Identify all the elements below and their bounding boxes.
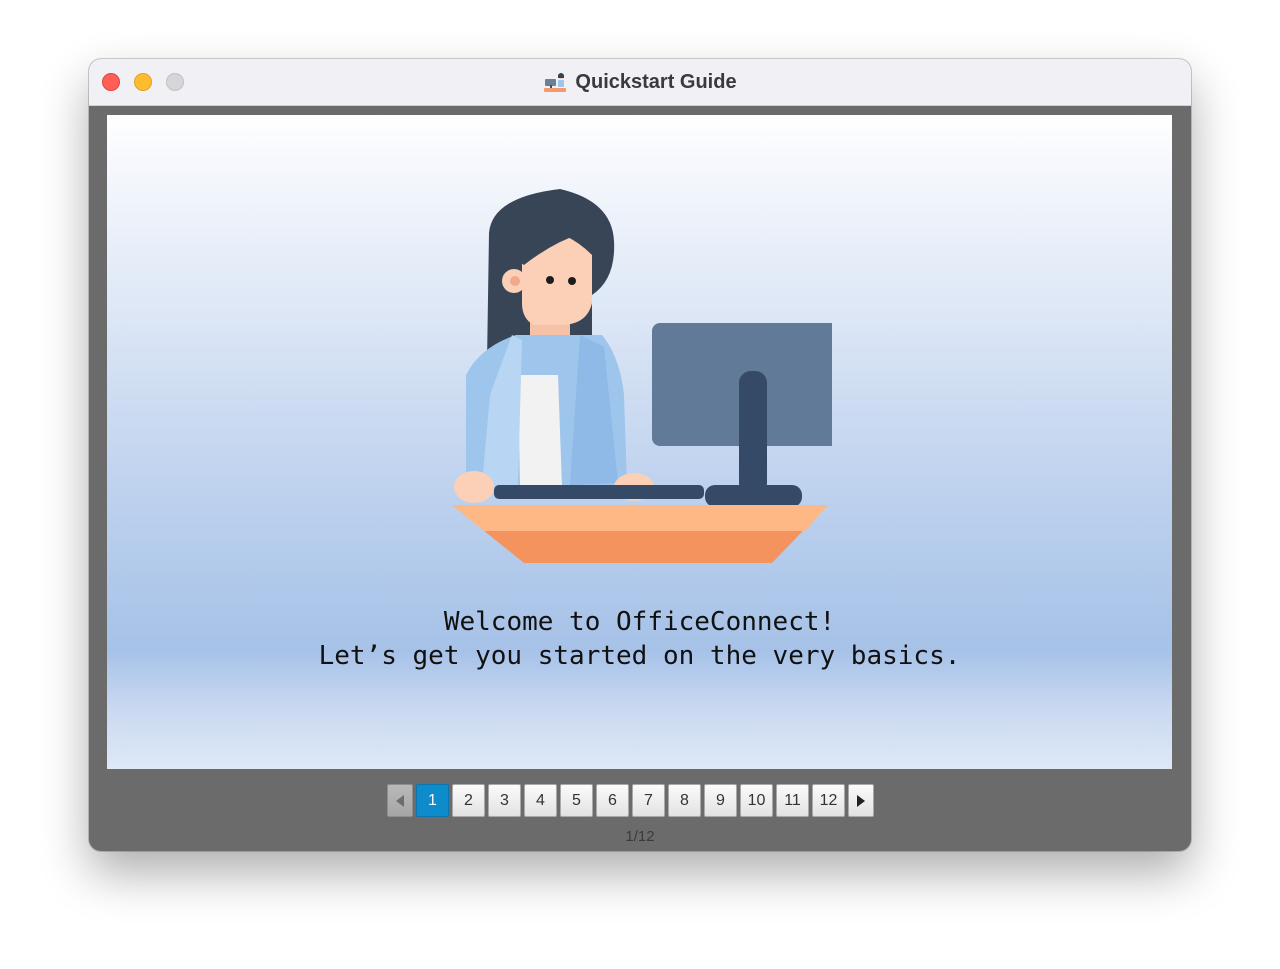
page-button-4[interactable]: 4 [524, 784, 557, 817]
page-button-3[interactable]: 3 [488, 784, 521, 817]
page-button-11[interactable]: 11 [776, 784, 809, 817]
page-button-6[interactable]: 6 [596, 784, 629, 817]
page-navigator: 1 2 3 4 5 6 7 8 9 10 11 12 [387, 784, 874, 819]
page-button-5[interactable]: 5 [560, 784, 593, 817]
page-button-2[interactable]: 2 [452, 784, 485, 817]
window-title-text: Quickstart Guide [575, 70, 737, 93]
office-desk-icon [544, 73, 567, 92]
quickstart-window: Quickstart Guide Welcome to OfficeConnec… [89, 59, 1191, 851]
title-bar: Quickstart Guide [89, 59, 1191, 106]
next-page-button[interactable] [848, 784, 874, 817]
page-button-10[interactable]: 10 [740, 784, 773, 817]
page-button-12[interactable]: 12 [812, 784, 845, 817]
page-button-1[interactable]: 1 [416, 784, 449, 817]
page-counter: 1/12 [625, 828, 655, 845]
triangle-left-icon [396, 794, 404, 807]
woman-at-computer-illustration [452, 189, 832, 563]
welcome-line-2: Let’s get you started on the very basics… [318, 641, 961, 671]
slide-content: Welcome to OfficeConnect! Let’s get you … [107, 115, 1172, 769]
window-title: Quickstart Guide [89, 59, 1191, 105]
welcome-message: Welcome to OfficeConnect! Let’s get you … [107, 605, 1172, 673]
page-button-9[interactable]: 9 [704, 784, 737, 817]
previous-page-button[interactable] [387, 784, 413, 817]
page-button-7[interactable]: 7 [632, 784, 665, 817]
welcome-line-1: Welcome to OfficeConnect! [443, 607, 836, 637]
page-button-8[interactable]: 8 [668, 784, 701, 817]
triangle-right-icon [857, 794, 865, 807]
